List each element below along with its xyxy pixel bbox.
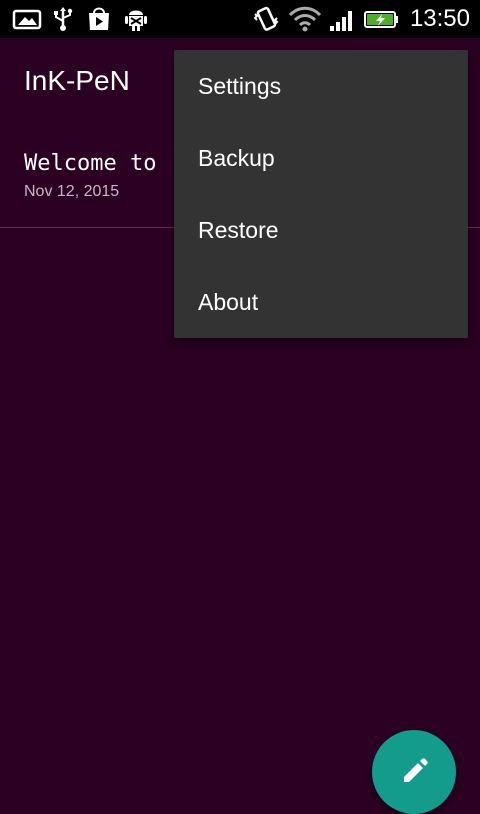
app-title: InK-PeN [24,65,130,96]
android-debug-icon [124,6,148,32]
menu-item-label: Settings [198,73,282,99]
photo-icon [12,6,42,32]
status-bar: 13:50 [0,0,480,38]
wifi-icon [288,6,322,32]
vibrate-icon [252,6,280,32]
play-store-icon [86,6,112,32]
usb-icon [52,6,74,32]
note-date: Nov 12, 2015 [24,183,120,200]
overflow-menu: Settings Backup Restore About [174,50,468,338]
menu-item-label: About [198,289,259,315]
menu-item-backup[interactable]: Backup [174,122,468,194]
signal-icon [328,6,356,32]
menu-item-restore[interactable]: Restore [174,194,468,266]
menu-item-settings[interactable]: Settings [174,50,468,122]
menu-item-about[interactable]: About [174,266,468,338]
new-note-button[interactable] [372,730,456,814]
menu-item-label: Backup [198,145,275,171]
menu-item-label: Restore [198,217,279,243]
battery-charging-icon [364,6,400,32]
clock: 13:50 [409,5,470,32]
pencil-icon [404,758,428,782]
note-title: Welcome to [24,151,157,176]
